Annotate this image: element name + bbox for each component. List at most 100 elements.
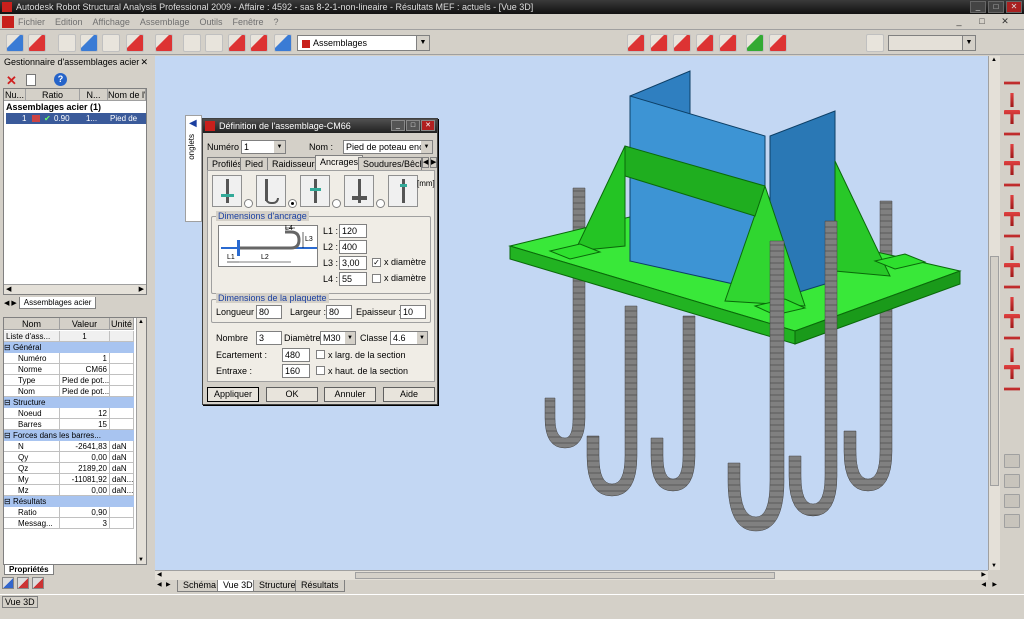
prop-section-header[interactable]: ⊟ Général <box>4 342 134 353</box>
collapse-icon[interactable]: ⊟ <box>4 398 13 407</box>
entraxe-checkbox[interactable] <box>316 366 325 375</box>
close-button[interactable]: ✕ <box>1006 1 1022 13</box>
col-name[interactable]: Nom de l'a <box>108 89 146 101</box>
mdi-restore-button[interactable]: □ <box>977 16 987 26</box>
hscroll-thumb[interactable] <box>355 572 775 579</box>
table-view-icon[interactable] <box>32 577 44 589</box>
scroll-down-icon[interactable]: ▼ <box>991 563 997 569</box>
menu-affichage[interactable]: Affichage <box>93 17 130 27</box>
viewport-vscroll[interactable]: ▲ ▼ <box>988 56 1000 570</box>
save-icon[interactable] <box>28 34 46 52</box>
col-ratio[interactable]: Ratio <box>26 89 80 101</box>
prop-row-list[interactable]: Liste d'ass... 1 <box>4 331 134 342</box>
menu-help[interactable]: ? <box>274 17 279 27</box>
arrow-left-icon[interactable]: ◀ <box>189 118 197 129</box>
col-prop-unit[interactable]: Unité <box>110 318 134 330</box>
view-settings-icon[interactable] <box>228 34 246 52</box>
cross-icon[interactable] <box>1004 336 1020 340</box>
tab-soudures[interactable]: Soudures/Bêche <box>358 157 422 170</box>
l3-input[interactable]: 3,00 <box>339 256 367 270</box>
help-button[interactable]: Aide <box>383 387 435 402</box>
pipe-icon[interactable] <box>1010 297 1014 311</box>
print-icon[interactable] <box>58 34 76 52</box>
page-setup-icon[interactable] <box>102 34 120 52</box>
prop-section-header[interactable]: ⊟ Structure <box>4 397 134 408</box>
dialog-close-button[interactable]: ✕ <box>421 120 435 131</box>
mdi-minimize-button[interactable]: _ <box>954 16 964 26</box>
table-row[interactable]: Qy 0,00 daN <box>4 452 134 463</box>
tab-proprietes[interactable]: Propriétés <box>4 565 54 575</box>
zoom-out-icon[interactable] <box>205 34 223 52</box>
knee-icon[interactable] <box>1010 144 1014 158</box>
onglets-tab[interactable]: ◀ onglets <box>185 115 202 222</box>
zoom-in-icon[interactable] <box>183 34 201 52</box>
anchor-type-5-icon[interactable] <box>388 175 418 207</box>
welded-icon[interactable] <box>1004 285 1020 289</box>
menu-assemblage[interactable]: Assemblage <box>140 17 190 27</box>
maximize-button[interactable]: □ <box>988 1 1004 13</box>
scroll-left-icon[interactable]: ◀ <box>981 581 986 588</box>
vscroll-thumb[interactable] <box>990 256 999 486</box>
truss-icon[interactable] <box>1004 314 1020 328</box>
table-row[interactable]: My -11081,92 daN... <box>4 474 134 485</box>
chevron-down-icon[interactable]: ▼ <box>274 141 285 153</box>
tab-assemblages-acier[interactable]: Assemblages acier <box>18 297 97 309</box>
anchor-type-3-radio[interactable] <box>332 199 341 208</box>
manager-hscroll[interactable]: ◀ ▶ <box>4 284 146 294</box>
anchor-type-1-radio[interactable] <box>244 199 253 208</box>
tab-pied[interactable]: Pied <box>240 157 269 170</box>
table-row[interactable]: Ratio 0,90 <box>4 507 134 518</box>
minimize-button[interactable]: _ <box>970 1 986 13</box>
ruler-icon[interactable] <box>866 34 884 52</box>
anchor-icon[interactable] <box>1004 365 1020 379</box>
delete-icon[interactable]: ✕ <box>6 73 17 89</box>
table-row[interactable]: N -2641,83 daN <box>4 441 134 452</box>
preview-icon[interactable] <box>80 34 98 52</box>
filter-icon[interactable] <box>17 577 29 589</box>
chevron-down-icon[interactable]: ▼ <box>345 332 355 344</box>
tab-scroll-right-icon[interactable]: ▶ <box>166 581 171 588</box>
tab-scroll-left-icon[interactable]: ◀ <box>422 157 429 168</box>
fin-plate-icon[interactable] <box>1004 234 1020 238</box>
l2-input[interactable]: 400 <box>339 240 367 254</box>
diametre-select[interactable]: M30 ▼ <box>320 331 356 345</box>
viewport-hscroll[interactable]: ◀ ▶ <box>155 570 988 580</box>
scroll-right-icon[interactable]: ▶ <box>992 581 997 588</box>
tie-icon[interactable] <box>1004 387 1020 391</box>
column-base-icon[interactable] <box>1010 93 1014 107</box>
table-row[interactable]: Nom Pied de pot... <box>4 386 134 397</box>
table-row[interactable]: Barres 15 <box>4 419 134 430</box>
chevron-down-icon[interactable]: ▼ <box>421 141 432 153</box>
edit-document-icon[interactable] <box>26 74 36 86</box>
l4-input[interactable]: 55 <box>339 272 367 286</box>
anchor-type-4-radio[interactable] <box>376 199 385 208</box>
l3-diameter-checkbox[interactable]: ✓ <box>372 258 381 267</box>
ecartement-input[interactable]: 480 <box>282 348 310 362</box>
table-row[interactable]: 1 ✔ 0.90 1... Pied de pot <box>6 113 146 134</box>
prop-section-header[interactable]: ⊟ Forces dans les barres... <box>4 430 134 441</box>
base-plate-icon[interactable] <box>1010 348 1014 362</box>
tab-resultats[interactable]: Résultats <box>295 580 345 592</box>
numero-select[interactable]: 1 ▼ <box>241 140 286 154</box>
ecartement-checkbox[interactable] <box>316 350 325 359</box>
classe-select[interactable]: 4.6 ▼ <box>390 331 428 345</box>
ok-button[interactable]: OK <box>266 387 318 402</box>
assemblages-group[interactable]: Assemblages acier (1) <box>6 102 101 112</box>
connection-help-icon[interactable] <box>719 34 737 52</box>
connection-check-icon[interactable] <box>746 34 764 52</box>
tab-ancrages[interactable]: Ancrages <box>315 155 364 170</box>
collapse-icon[interactable]: ⊟ <box>4 431 13 440</box>
table-icon[interactable] <box>155 34 173 52</box>
help-icon[interactable]: ? <box>54 73 67 86</box>
connection-report-icon[interactable] <box>769 34 787 52</box>
table-row[interactable]: Norme CM66 <box>4 364 134 375</box>
tab-scroll-left-icon[interactable]: ◀ <box>4 299 9 307</box>
end-plate-icon[interactable] <box>1010 246 1014 260</box>
col-prop-value[interactable]: Valeur <box>60 318 110 330</box>
sort-icon[interactable] <box>2 577 14 589</box>
anchor-type-1-icon[interactable] <box>212 175 242 207</box>
l4-diameter-checkbox[interactable] <box>372 274 381 283</box>
largeur-input[interactable]: 80 <box>326 305 352 319</box>
connection-tool-2-icon[interactable] <box>650 34 668 52</box>
scroll-left-icon[interactable]: ◀ <box>157 571 162 578</box>
